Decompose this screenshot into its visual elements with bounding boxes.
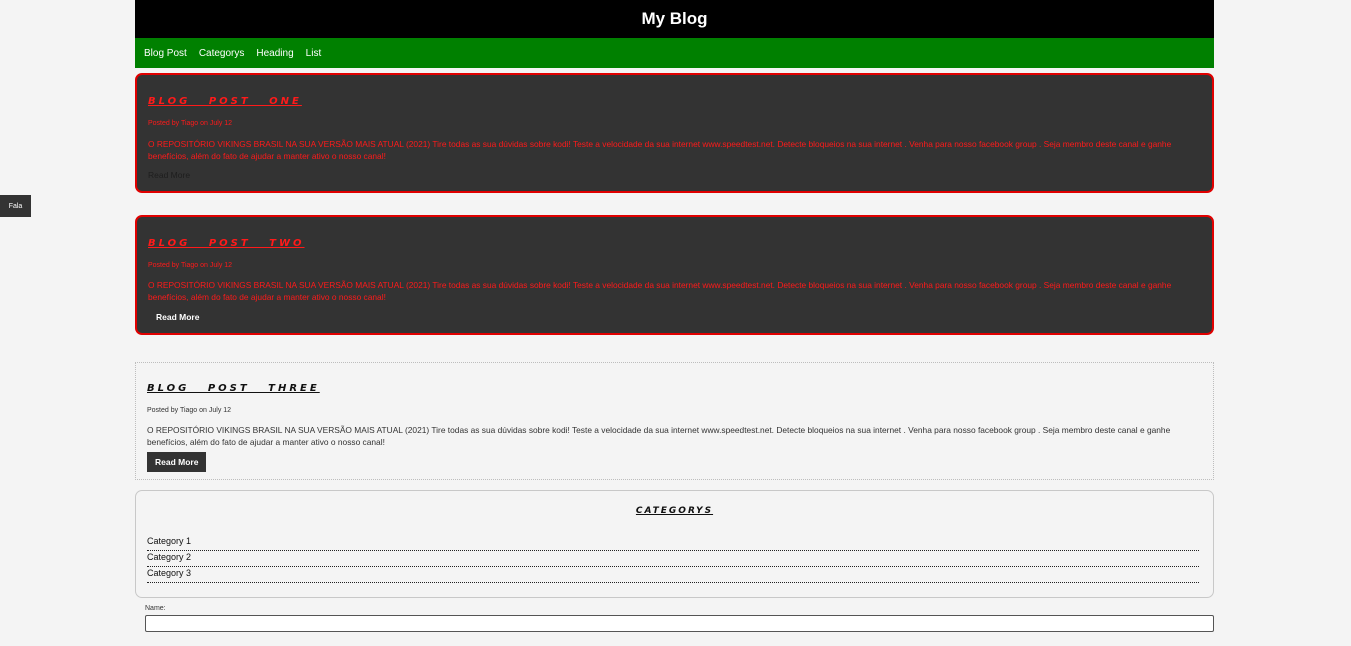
nav-link-blog-post[interactable]: Blog Post (144, 48, 187, 59)
post-body: O REPOSITÓRIO VIKINGS BRASIL NA SUA VERS… (147, 425, 1171, 447)
post-title-link[interactable]: BLOG POST TWO (148, 238, 305, 249)
side-tab-fala[interactable]: Fala (0, 195, 31, 217)
post-meta: Posted by Tiago on July 12 (147, 407, 232, 414)
blog-post-two: BLOG POST TWO Posted by Tiago on July 12… (135, 215, 1214, 335)
blog-post-one: BLOG POST ONE Posted by Tiago on July 12… (135, 73, 1214, 193)
read-more-button[interactable]: Read More (147, 452, 207, 472)
category-item[interactable]: Category 3 (147, 567, 1199, 583)
category-list: Category 1 Category 2 Category 3 (147, 535, 1199, 583)
name-input[interactable] (145, 615, 1214, 632)
category-item[interactable]: Category 2 (147, 551, 1199, 567)
site-title: My Blog (641, 9, 708, 28)
read-more-button[interactable]: Read More (156, 312, 199, 322)
categories-box: CATEGORYS Category 1 Category 2 Category… (135, 490, 1214, 598)
read-more-link[interactable]: Read More (148, 170, 190, 180)
main-nav: Blog Post Categorys Heading List (135, 38, 1214, 68)
page-container: My Blog Blog Post Categorys Heading List… (135, 0, 1214, 632)
name-label: Name: (145, 605, 166, 612)
categories-title: CATEGORYS (635, 506, 714, 516)
contact-form: Name: (145, 605, 1214, 633)
post-meta: Posted by Tiago on July 12 (148, 262, 233, 269)
nav-link-categorys[interactable]: Categorys (199, 48, 245, 59)
category-item[interactable]: Category 1 (147, 535, 1199, 551)
post-meta: Posted by Tiago on July 12 (148, 120, 233, 127)
blog-post-three: BLOG POST THREE Posted by Tiago on July … (135, 362, 1214, 480)
post-body: O REPOSITÓRIO VIKINGS BRASIL NA SUA VERS… (148, 280, 1172, 302)
nav-link-list[interactable]: List (306, 48, 322, 59)
site-header: My Blog (135, 0, 1214, 38)
nav-link-heading[interactable]: Heading (256, 48, 293, 59)
post-body: O REPOSITÓRIO VIKINGS BRASIL NA SUA VERS… (148, 139, 1172, 161)
post-title-link[interactable]: BLOG POST THREE (147, 383, 320, 394)
post-title-link[interactable]: BLOG POST ONE (148, 96, 302, 107)
